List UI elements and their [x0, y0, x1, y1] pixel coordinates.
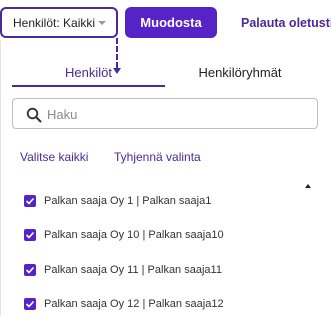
search-box [12, 98, 318, 129]
list-item-label: Palkan saaja Oy 12 | Palkan saaja12 [44, 298, 224, 310]
checkbox[interactable] [24, 229, 36, 241]
list-item-label: Palkan saaja Oy 1 | Palkan saaja1 [44, 195, 212, 207]
person-selector-panel: Henkilöt: Kaikki Muodosta Palauta oletus… [0, 0, 331, 316]
list-item[interactable]: Palkan saaja Oy 12 | Palkan saaja12 [24, 296, 224, 312]
reset-defaults-link[interactable]: Palauta oletusti [241, 16, 331, 30]
tab-person-groups[interactable]: Henkilöryhmät [165, 62, 315, 82]
checkbox[interactable] [24, 264, 36, 276]
list-item-label: Palkan saaja Oy 11 | Palkan saaja11 [44, 264, 222, 276]
persons-filter-dropdown[interactable]: Henkilöt: Kaikki [0, 7, 118, 38]
tab-persons[interactable]: Henkilöt [12, 62, 165, 82]
active-tab-indicator [12, 85, 165, 87]
checkbox[interactable] [24, 195, 36, 207]
check-icon [25, 300, 35, 308]
list-item[interactable]: Palkan saaja Oy 1 | Palkan saaja1 [24, 193, 211, 209]
check-icon [25, 266, 35, 274]
chevron-down-icon [98, 21, 106, 25]
select-all-link[interactable]: Valitse kaikki [20, 150, 88, 164]
search-icon [26, 107, 42, 123]
check-icon [25, 197, 35, 205]
checkbox[interactable] [24, 298, 36, 310]
list-item[interactable]: Palkan saaja Oy 11 | Palkan saaja11 [24, 262, 222, 278]
check-icon [25, 231, 35, 239]
generate-button[interactable]: Muodosta [125, 7, 217, 38]
list-item[interactable]: Palkan saaja Oy 10 | Palkan saaja10 [24, 227, 224, 243]
toolbar: Henkilöt: Kaikki Muodosta Palauta oletus… [0, 0, 331, 40]
clear-selection-link[interactable]: Tyhjennä valinta [114, 150, 201, 164]
search-input[interactable] [47, 104, 307, 124]
list-item-label: Palkan saaja Oy 10 | Palkan saaja10 [44, 229, 224, 241]
filter-dropdown-label: Henkilöt: Kaikki [13, 15, 96, 30]
person-list: Palkan saaja Oy 1 | Palkan saaja1 Palkan… [0, 180, 331, 316]
